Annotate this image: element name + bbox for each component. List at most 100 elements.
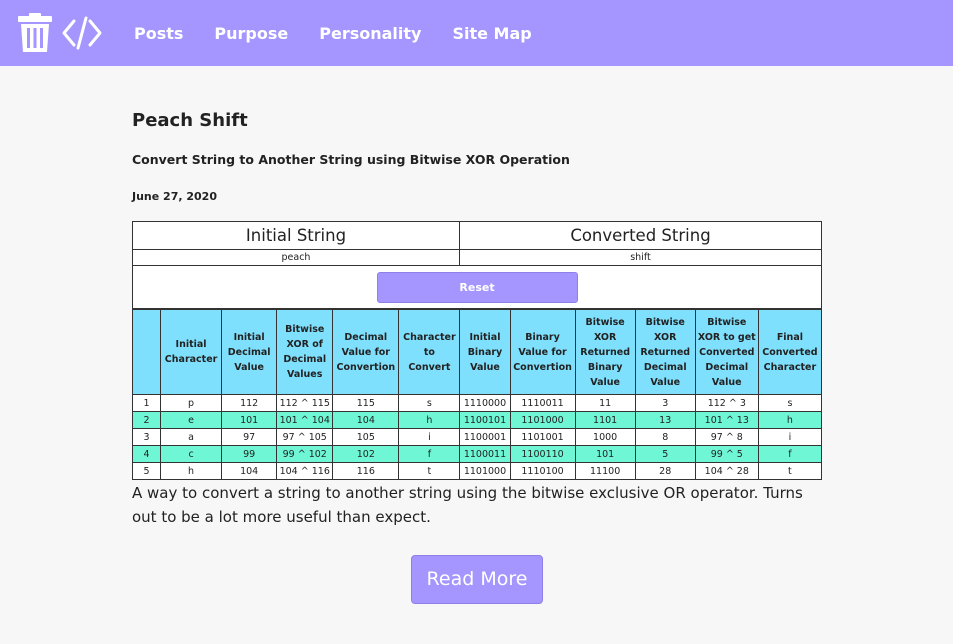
table-cell: i	[398, 428, 461, 446]
column-header: Bitwise XOR of Decimal Values	[276, 309, 334, 395]
table-cell: 1101001	[509, 428, 576, 446]
table-cell: 1100101	[459, 411, 511, 429]
post-title: Peach Shift	[132, 110, 248, 131]
table-cell: 1110011	[509, 394, 576, 412]
post-subtitle: Convert String to Another String using B…	[132, 152, 570, 167]
table-cell: 1100011	[459, 445, 511, 463]
table-cell: 112 ^ 115	[276, 394, 334, 412]
table-cell: 1	[131, 394, 162, 412]
column-header: Bitwise XOR Returned Decimal Value	[634, 309, 696, 395]
table-cell: 99 ^ 102	[276, 445, 334, 463]
table-cell: h	[757, 411, 823, 429]
table-cell: 1110000	[459, 394, 511, 412]
table-cell: 11	[574, 394, 636, 412]
column-header: Character to Convert	[398, 309, 461, 395]
table-cell: 1101	[574, 411, 636, 429]
table-cell: 3	[634, 394, 696, 412]
table-row: 4 c 99 99 ^ 102 102 f 1100011 1100110 10…	[131, 445, 823, 463]
table-cell: 104	[332, 411, 400, 429]
table-cell: 97 ^ 8	[694, 428, 759, 446]
table-cell: f	[757, 445, 823, 463]
table-cell: 102	[332, 445, 400, 463]
table-cell: s	[398, 394, 461, 412]
table-cell: 104	[221, 462, 278, 480]
table-cell: 3	[131, 428, 162, 446]
column-header: Bitwise XOR to get Converted Decimal Val…	[694, 309, 759, 395]
column-header: Binary Value for Convertion	[509, 309, 576, 395]
column-header: Final Converted Character	[757, 309, 823, 395]
column-header: Initial Decimal Value	[221, 309, 278, 395]
table-cell: 112	[221, 394, 278, 412]
table-cell: 105	[332, 428, 400, 446]
table-cell: 97 ^ 105	[276, 428, 334, 446]
table-cell: 5	[131, 462, 162, 480]
table-row: 3 a 97 97 ^ 105 105 i 1100001 1101001 10…	[131, 428, 823, 446]
table-cell: f	[398, 445, 461, 463]
column-header: Initial Character	[160, 309, 223, 395]
table-cell: 116	[332, 462, 400, 480]
trash-icon	[18, 13, 52, 52]
conversion-widget: Initial String Converted String peach sh…	[132, 221, 822, 309]
table-row: 5 h 104 104 ^ 116 116 t 1101000 1110100 …	[131, 462, 823, 480]
table-cell: 104 ^ 116	[276, 462, 334, 480]
code-icon	[62, 16, 102, 50]
post-description: A way to convert a string to another str…	[132, 484, 803, 526]
reset-button[interactable]: Reset	[376, 271, 578, 303]
table-cell: 97	[221, 428, 278, 446]
table-cell: h	[160, 462, 223, 480]
table-cell: a	[160, 428, 223, 446]
table-cell: 1101000	[459, 462, 511, 480]
table-cell: p	[160, 394, 223, 412]
table-cell: 115	[332, 394, 400, 412]
table-cell: 101 ^ 104	[276, 411, 334, 429]
xor-table-header: Initial Character Initial Decimal Value …	[131, 309, 823, 395]
initial-string-value[interactable]: peach	[132, 249, 460, 266]
column-header	[131, 309, 162, 395]
table-cell: t	[398, 462, 461, 480]
table-cell: t	[757, 462, 823, 480]
table-cell: 101 ^ 13	[694, 411, 759, 429]
table-row: 1 p 112 112 ^ 115 115 s 1110000 1110011 …	[131, 394, 823, 412]
table-cell: 101	[574, 445, 636, 463]
table-cell: 99	[221, 445, 278, 463]
table-cell: 5	[634, 445, 696, 463]
table-cell: 1101000	[509, 411, 576, 429]
converted-string-header: Converted String	[459, 221, 822, 250]
table-cell: 28	[634, 462, 696, 480]
column-header: Decimal Value for Convertion	[332, 309, 400, 395]
nav-link-purpose[interactable]: Purpose	[214, 24, 288, 43]
table-cell: 11100	[574, 462, 636, 480]
table-cell: 2	[131, 411, 162, 429]
nav-links: Posts Purpose Personality Site Map	[134, 0, 563, 66]
table-cell: 1100110	[509, 445, 576, 463]
post-date: June 27, 2020	[132, 190, 217, 203]
site-logo[interactable]	[18, 11, 102, 55]
reset-row: Reset	[132, 265, 822, 309]
table-cell: 1110100	[509, 462, 576, 480]
table-cell: i	[757, 428, 823, 446]
table-cell: 8	[634, 428, 696, 446]
column-header: Bitwise XOR Returned Binary Value	[574, 309, 636, 395]
converted-string-value[interactable]: shift	[459, 249, 822, 266]
nav-link-posts[interactable]: Posts	[134, 24, 183, 43]
xor-table: Initial Character Initial Decimal Value …	[131, 309, 823, 480]
read-more-button[interactable]: Read More	[411, 555, 543, 604]
table-cell: 112 ^ 3	[694, 394, 759, 412]
table-cell: 1100001	[459, 428, 511, 446]
nav-link-personality[interactable]: Personality	[319, 24, 421, 43]
post-content: Peach Shift Convert String to Another St…	[131, 100, 823, 529]
table-cell: 4	[131, 445, 162, 463]
table-cell: 1000	[574, 428, 636, 446]
table-cell: e	[160, 411, 223, 429]
table-row: 2 e 101 101 ^ 104 104 h 1100101 1101000 …	[131, 411, 823, 429]
nav-link-site-map[interactable]: Site Map	[452, 24, 531, 43]
table-cell: c	[160, 445, 223, 463]
initial-string-header: Initial String	[132, 221, 460, 250]
table-cell: 104 ^ 28	[694, 462, 759, 480]
table-cell: 99 ^ 5	[694, 445, 759, 463]
table-cell: 13	[634, 411, 696, 429]
table-cell: h	[398, 411, 461, 429]
table-cell: s	[757, 394, 823, 412]
column-header: Initial Binary Value	[459, 309, 511, 395]
navbar: Posts Purpose Personality Site Map	[0, 0, 953, 66]
